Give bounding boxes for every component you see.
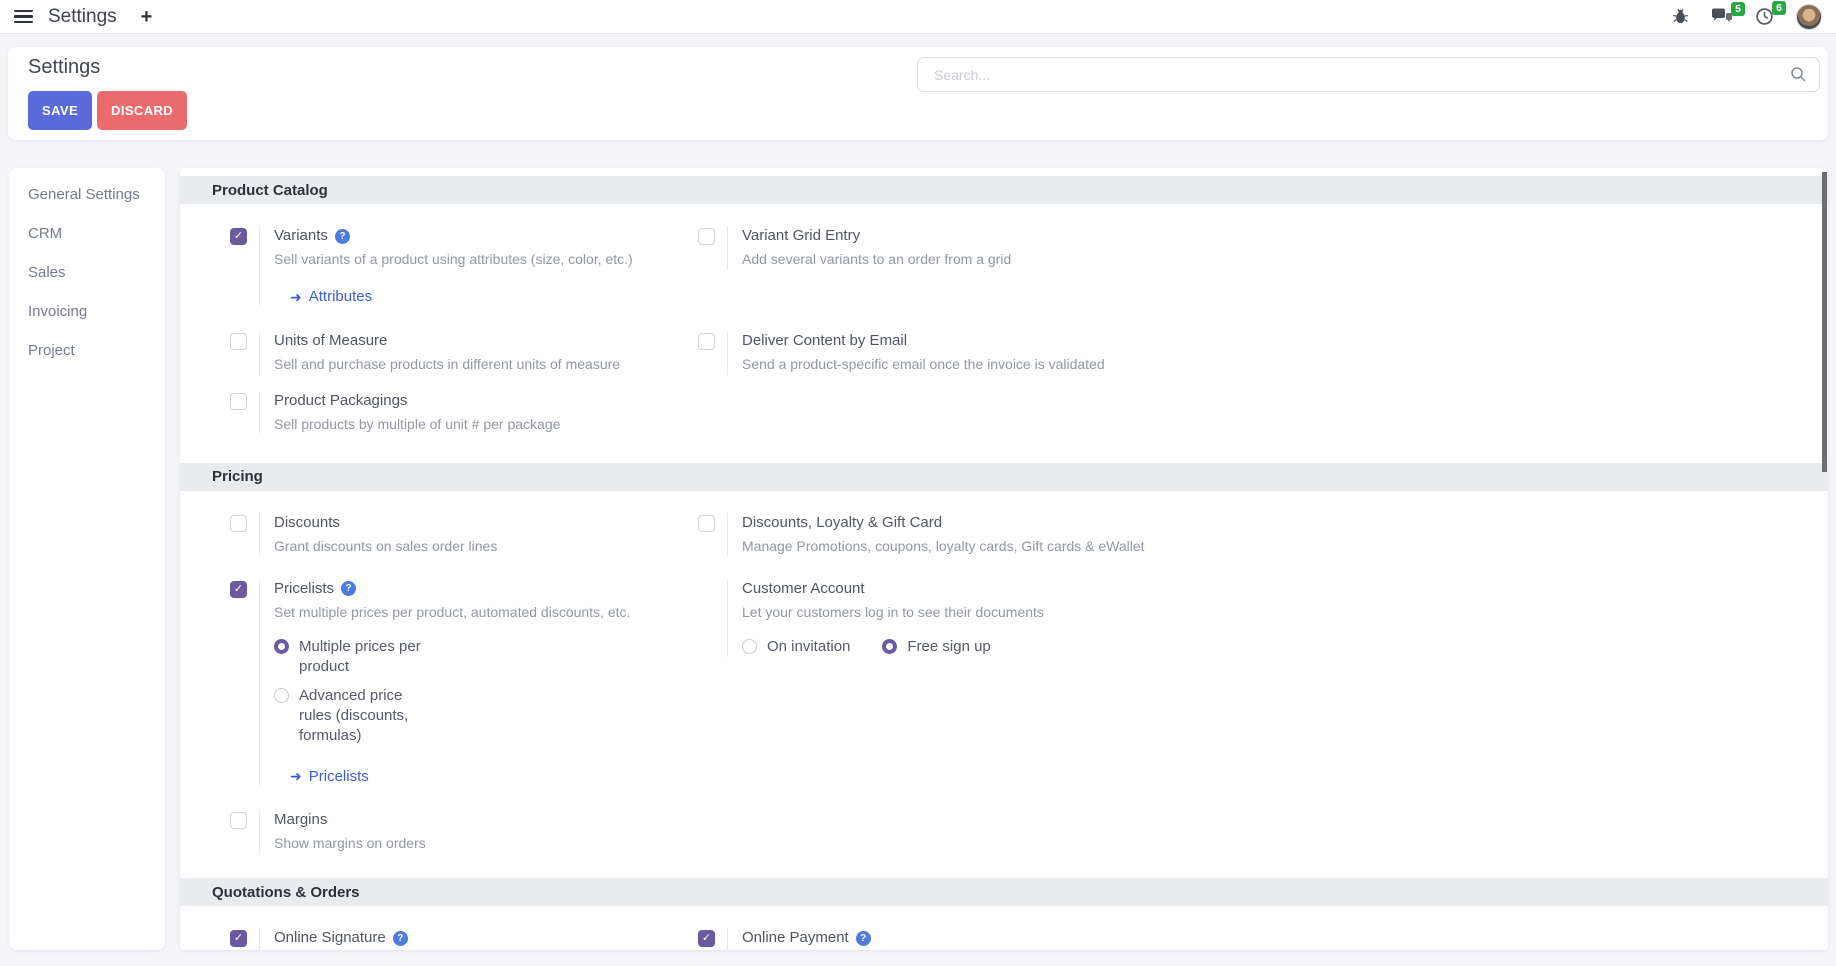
setting-deliver-content-by-email: ✓ Deliver Content by Email Send a produc… <box>698 331 1828 375</box>
navbar-app-title: Settings <box>48 6 117 28</box>
sidebar-item-project[interactable]: Project <box>9 331 165 370</box>
setting-description: Grant discounts on sales order lines <box>274 536 497 557</box>
units-of-measure-checkbox[interactable]: ✓ <box>230 333 247 350</box>
discard-button[interactable]: DISCARD <box>97 91 187 130</box>
settings-content: Product Catalog ✓ Variants ? Sell varian… <box>180 168 1828 950</box>
margins-checkbox[interactable]: ✓ <box>230 812 247 829</box>
setting-label: Variant Grid Entry <box>742 226 860 246</box>
customer-account-radio-group: On invitation Free sign up <box>742 637 1044 657</box>
setting-label: Discounts, Loyalty & Gift Card <box>742 513 942 533</box>
setting-customer-account: ✓ Customer Account Let your customers lo… <box>698 579 1828 657</box>
help-icon[interactable]: ? <box>856 931 871 946</box>
top-navbar: Settings + 5 <box>0 0 1836 34</box>
setting-description: Show margins on orders <box>274 833 426 854</box>
help-icon[interactable]: ? <box>341 581 356 596</box>
sidebar-item-general-settings[interactable]: General Settings <box>9 175 165 214</box>
debug-bug-icon[interactable] <box>1672 8 1689 25</box>
clock-icon <box>1755 7 1774 26</box>
setting-description: Let your customers log in to see their d… <box>742 602 1044 623</box>
activities-count-badge: 6 <box>1772 1 1786 15</box>
pricelists-link[interactable]: ➜ Pricelists <box>290 768 369 785</box>
section-header-quotations-orders: Quotations & Orders <box>180 878 1828 906</box>
product-packagings-checkbox[interactable]: ✓ <box>230 393 247 410</box>
loyalty-checkbox[interactable]: ✓ <box>698 515 715 532</box>
setting-description: Manage Promotions, coupons, loyalty card… <box>742 536 1145 557</box>
setting-label: Discounts <box>274 513 340 533</box>
bug-icon <box>1672 8 1689 25</box>
variants-checkbox[interactable]: ✓ <box>230 228 247 245</box>
setting-description: Sell products by multiple of unit # per … <box>274 414 560 435</box>
help-icon[interactable]: ? <box>335 229 350 244</box>
radio-button[interactable] <box>882 639 897 654</box>
setting-discounts-loyalty-gift-card: ✓ Discounts, Loyalty & Gift Card Manage … <box>698 513 1828 557</box>
variant-grid-entry-checkbox[interactable]: ✓ <box>698 228 715 245</box>
setting-label: Customer Account <box>742 579 865 599</box>
save-button[interactable]: SAVE <box>28 91 92 130</box>
setting-online-payment: ✓ Online Payment ? Request an online pay… <box>698 928 1828 950</box>
setting-label: Online Payment <box>742 928 849 948</box>
setting-description: Send a product-specific email once the i… <box>742 354 1105 375</box>
deliver-content-checkbox[interactable]: ✓ <box>698 333 715 350</box>
sidebar-item-crm[interactable]: CRM <box>9 214 165 253</box>
plus-icon[interactable]: + <box>141 7 153 27</box>
setting-online-signature: ✓ Online Signature ? Request an online s… <box>230 928 698 950</box>
attributes-link[interactable]: ➜ Attributes <box>290 288 372 305</box>
online-payment-checkbox[interactable]: ✓ <box>698 930 715 947</box>
setting-units-of-measure: ✓ Units of Measure Sell and purchase pro… <box>230 331 698 375</box>
messages-count-badge: 5 <box>1731 2 1745 16</box>
setting-description: Sell variants of a product using attribu… <box>274 249 633 270</box>
pricelists-radio-group: Multiple prices per product Advanced pri… <box>274 637 630 746</box>
setting-label: Margins <box>274 810 327 830</box>
sidebar-item-sales[interactable]: Sales <box>9 253 165 292</box>
radio-button[interactable] <box>742 639 757 654</box>
chat-bubbles-icon <box>1711 8 1733 25</box>
activities-clock-icon[interactable]: 6 <box>1755 7 1774 26</box>
setting-margins: ✓ Margins Show margins on orders <box>230 810 698 854</box>
setting-product-packagings: ✓ Product Packagings Sell products by mu… <box>230 391 698 435</box>
setting-pricelists: ✓ Pricelists ? Set multiple prices per p… <box>230 579 698 787</box>
setting-label: Deliver Content by Email <box>742 331 907 351</box>
setting-variants: ✓ Variants ? Sell variants of a product … <box>230 226 698 307</box>
setting-label: Online Signature <box>274 928 386 948</box>
setting-description: Sell and purchase products in different … <box>274 354 620 375</box>
pricelists-checkbox[interactable]: ✓ <box>230 581 247 598</box>
search-input[interactable] <box>917 57 1820 92</box>
setting-variant-grid-entry: ✓ Variant Grid Entry Add several variant… <box>698 226 1828 270</box>
online-signature-checkbox[interactable]: ✓ <box>230 930 247 947</box>
radio-on-invitation[interactable]: On invitation <box>742 637 850 657</box>
hamburger-menu-icon[interactable] <box>14 10 33 24</box>
section-header-pricing: Pricing <box>180 463 1828 491</box>
radio-free-sign-up[interactable]: Free sign up <box>882 637 990 657</box>
settings-sidebar: General Settings CRM Sales Invoicing Pro… <box>9 168 165 950</box>
setting-label: Variants <box>274 226 328 246</box>
section-header-product-catalog: Product Catalog <box>180 176 1828 204</box>
help-icon[interactable]: ? <box>393 931 408 946</box>
section-title: Pricing <box>212 468 263 485</box>
arrow-right-icon: ➜ <box>290 290 302 304</box>
setting-label: Units of Measure <box>274 331 387 351</box>
setting-discounts: ✓ Discounts Grant discounts on sales ord… <box>230 513 698 557</box>
radio-button[interactable] <box>274 639 289 654</box>
discounts-checkbox[interactable]: ✓ <box>230 515 247 532</box>
setting-description: Add several variants to an order from a … <box>742 249 1011 270</box>
setting-description: Set multiple prices per product, automat… <box>274 602 630 623</box>
messages-icon[interactable]: 5 <box>1711 8 1733 25</box>
vertical-scrollbar-thumb[interactable] <box>1822 172 1827 472</box>
page-title: Settings <box>28 56 100 79</box>
setting-label: Pricelists <box>274 579 334 599</box>
sidebar-item-invoicing[interactable]: Invoicing <box>9 292 165 331</box>
arrow-right-icon: ➜ <box>290 769 302 783</box>
radio-button[interactable] <box>274 688 289 703</box>
section-title: Quotations & Orders <box>212 884 360 901</box>
user-avatar[interactable] <box>1796 4 1822 30</box>
radio-advanced-price-rules[interactable]: Advanced price rules (discounts, formula… <box>274 686 630 746</box>
search-icon[interactable] <box>1790 66 1807 88</box>
control-panel: Settings SAVE DISCARD <box>8 47 1828 140</box>
setting-label: Product Packagings <box>274 391 407 411</box>
section-title: Product Catalog <box>212 182 328 199</box>
radio-multiple-prices[interactable]: Multiple prices per product <box>274 637 630 677</box>
